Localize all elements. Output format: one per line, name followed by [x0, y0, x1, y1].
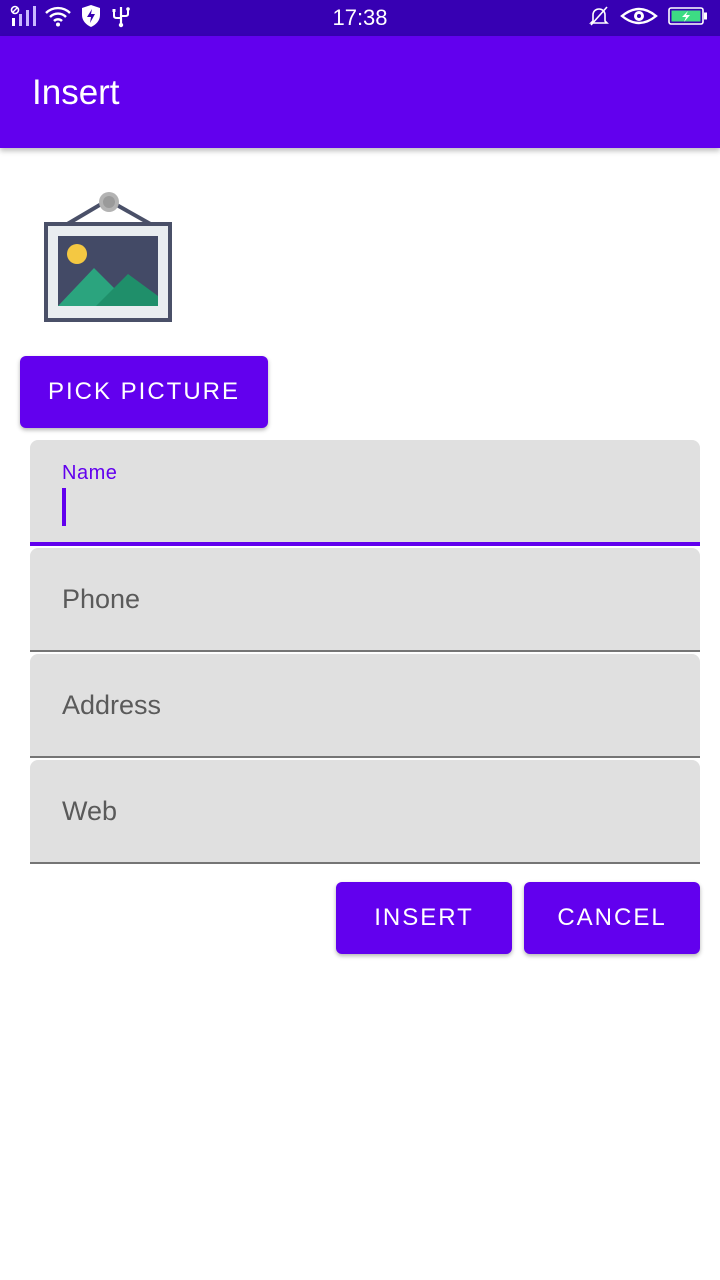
phone-field-label: Phone: [62, 584, 141, 614]
address-field[interactable]: Address: [30, 654, 700, 758]
status-bar: 17:38: [0, 0, 720, 36]
framed-picture-icon: [44, 192, 172, 322]
insert-button[interactable]: INSERT: [336, 882, 512, 954]
pick-picture-button[interactable]: PICK PICTURE: [20, 356, 268, 428]
name-field-label: Name: [62, 462, 118, 484]
app-bar: Insert: [0, 36, 720, 148]
picture-preview: [44, 188, 174, 322]
bell-off-icon: [588, 5, 610, 32]
page-title: Insert: [32, 73, 120, 112]
name-field[interactable]: Name: [30, 440, 700, 546]
phone-field[interactable]: Phone: [30, 548, 700, 652]
web-field-label: Web: [62, 796, 118, 826]
battery-charging-icon: [668, 6, 708, 31]
web-field[interactable]: Web: [30, 760, 700, 864]
cancel-button[interactable]: CANCEL: [524, 882, 700, 954]
eye-icon: [620, 5, 658, 32]
address-field-label: Address: [62, 690, 162, 720]
status-right-icons: [588, 5, 708, 32]
text-cursor: [62, 488, 66, 526]
